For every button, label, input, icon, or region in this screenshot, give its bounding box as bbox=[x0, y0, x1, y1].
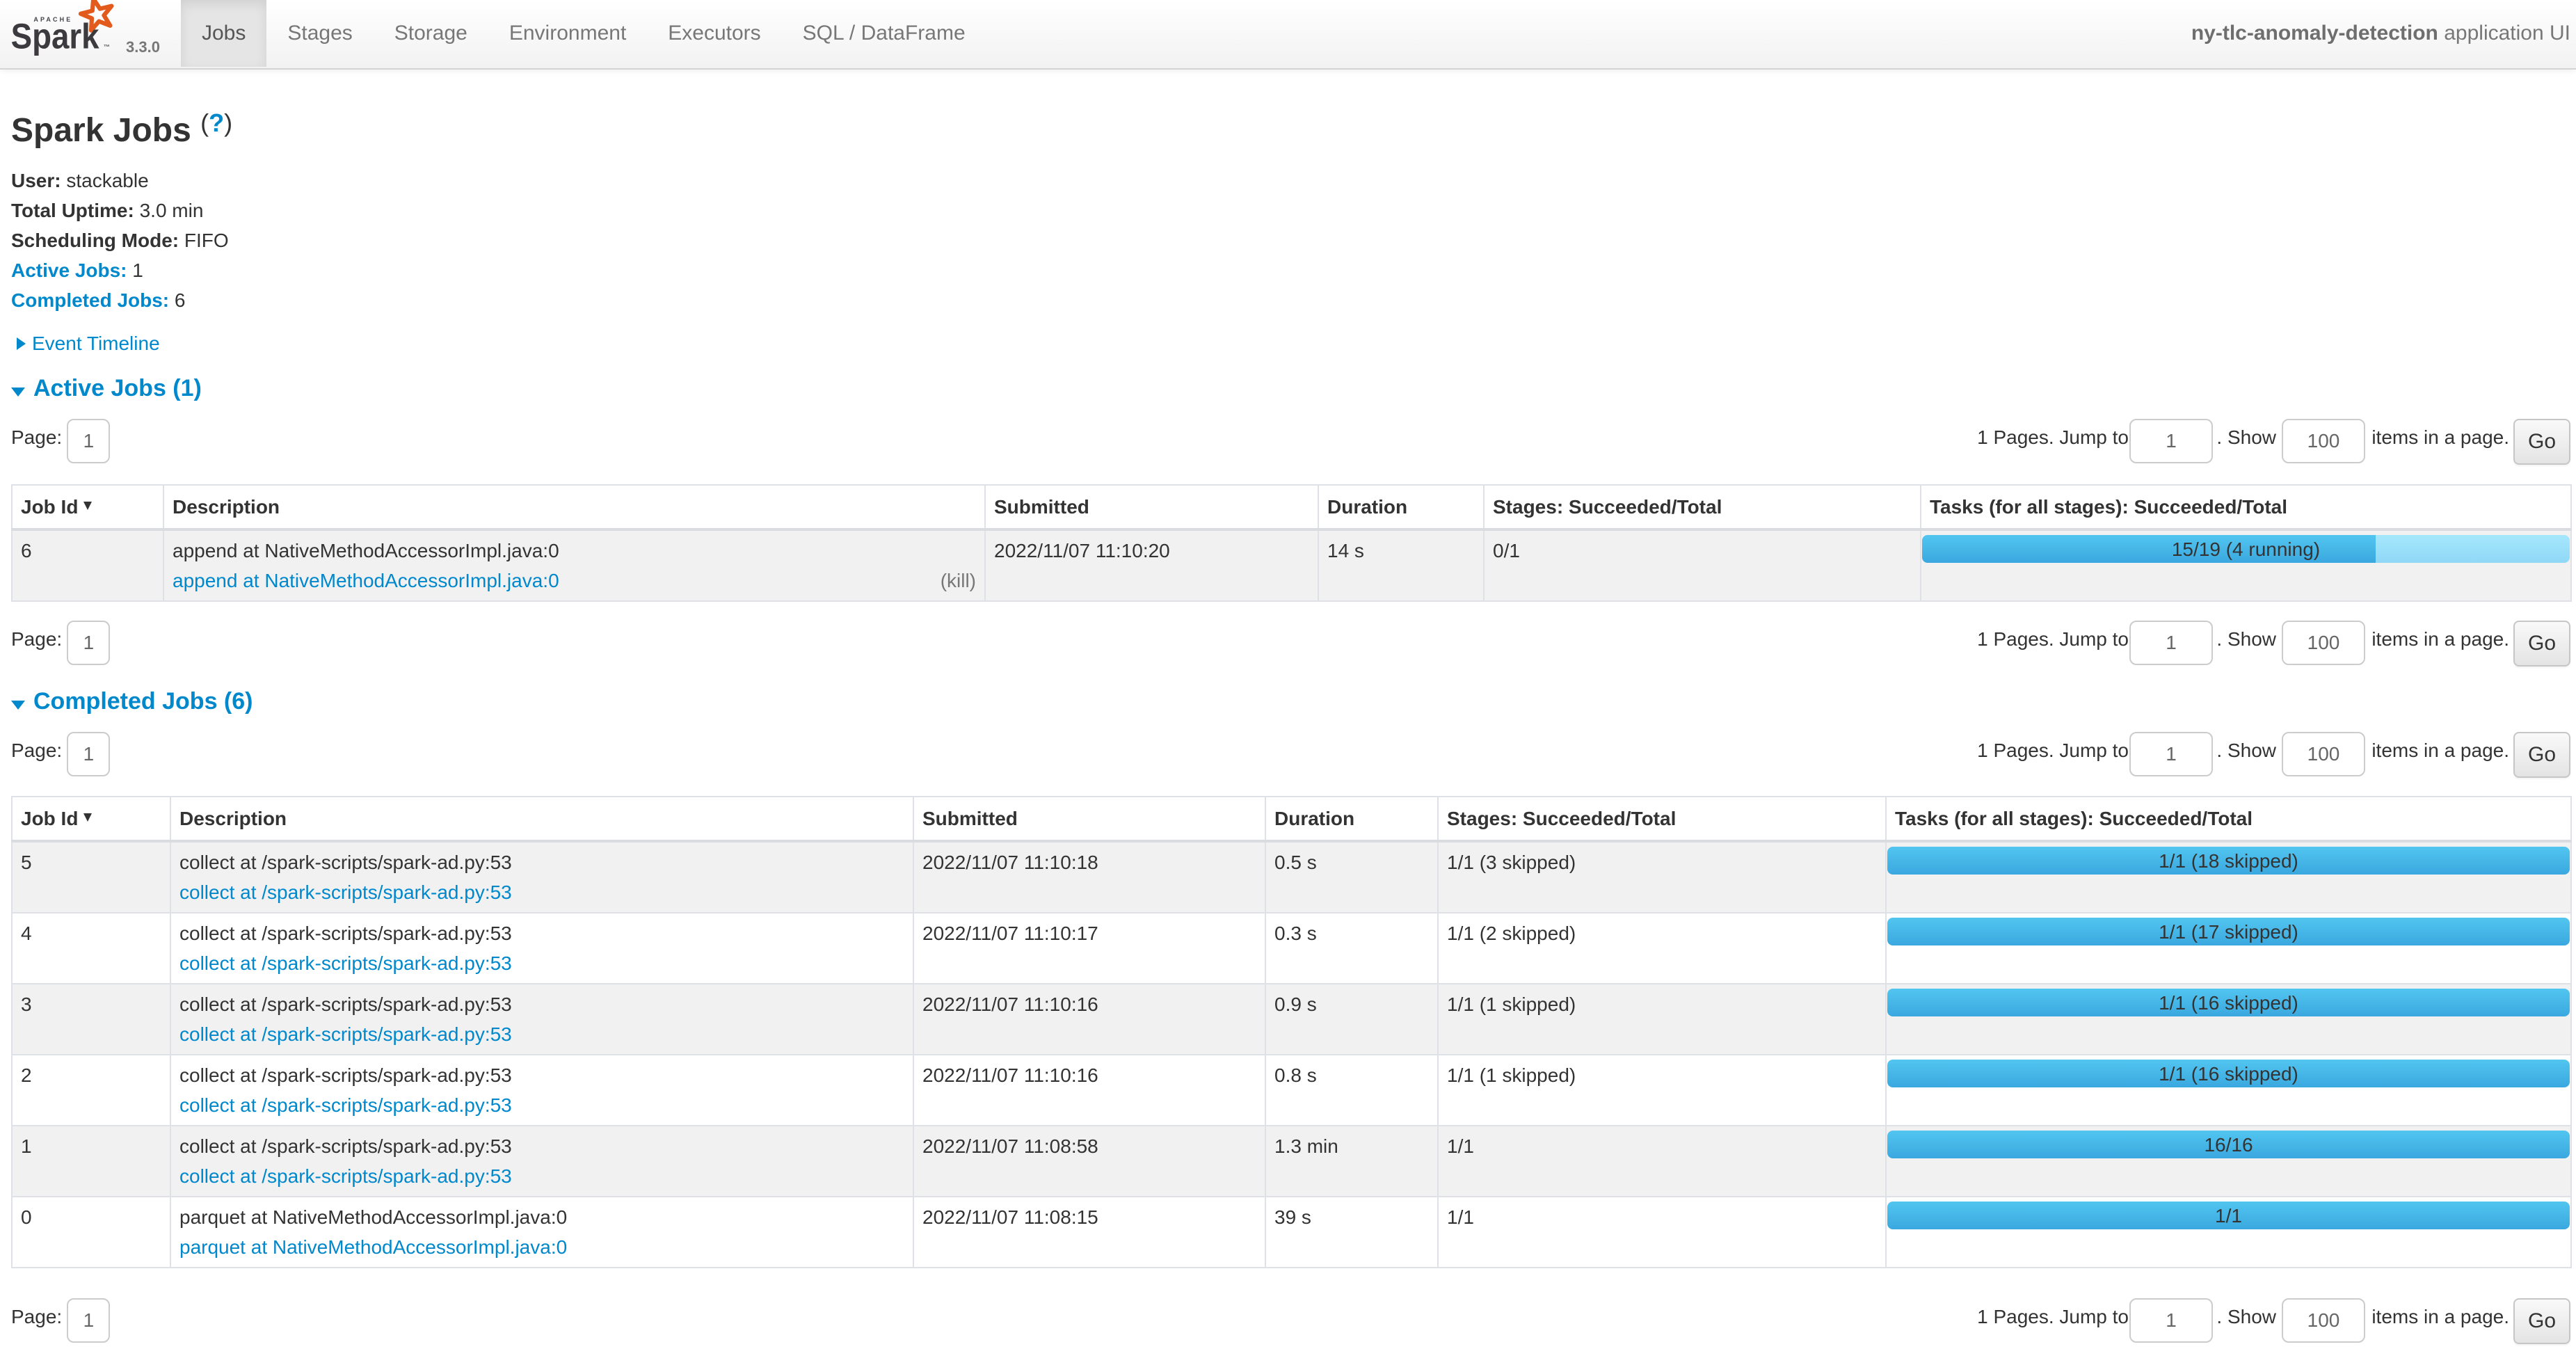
svg-text:™: ™ bbox=[104, 44, 110, 51]
svg-text:Spark: Spark bbox=[11, 17, 100, 56]
